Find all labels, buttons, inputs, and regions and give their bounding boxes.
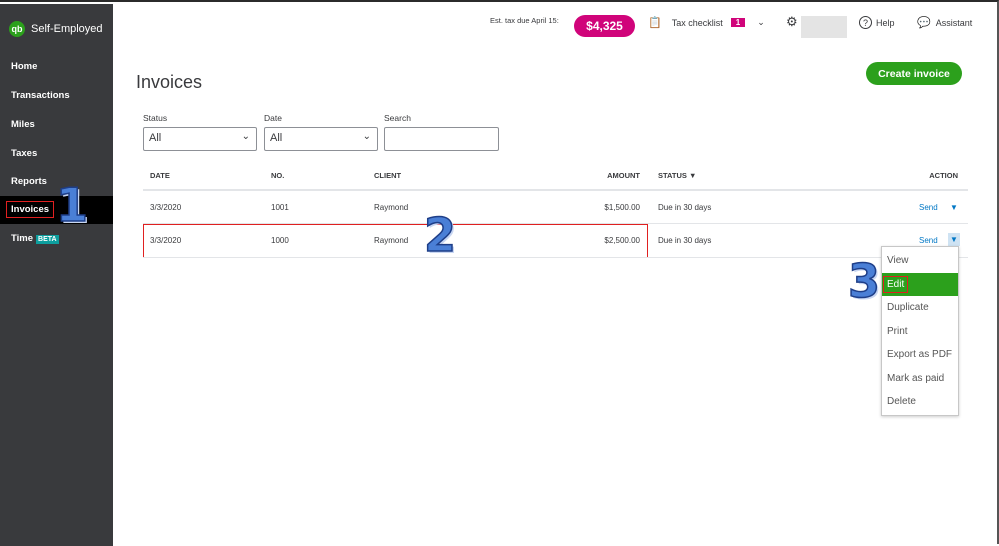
cell-date: 3/3/2020 (150, 203, 182, 212)
menu-item-view[interactable]: View (882, 249, 958, 273)
tax-checklist-label: Tax checklist (671, 17, 723, 28)
chevron-down-icon: ⌄ (362, 131, 371, 142)
menu-item-label: Mark as paid (887, 372, 945, 384)
menu-item-print[interactable]: Print (882, 320, 958, 344)
send-button[interactable]: Send (919, 203, 938, 212)
cell-status: Due in 30 days (658, 236, 712, 245)
menu-item-duplicate[interactable]: Duplicate (882, 296, 958, 320)
sidebar-item-label: Transactions (11, 90, 70, 101)
date-filter-select[interactable]: All ⌄ (264, 127, 378, 151)
col-status[interactable]: STATUS ▼ (658, 171, 696, 180)
sidebar-item-label: Invoices (6, 201, 55, 218)
search-label: Search (384, 113, 411, 123)
assistant-button[interactable]: 💬 Assistant (917, 16, 972, 29)
menu-item-label: View (887, 255, 909, 266)
clipboard-icon: 📋 (648, 17, 662, 29)
gear-icon[interactable]: ⚙ (786, 14, 798, 30)
menu-item-delete[interactable]: Delete (882, 390, 958, 414)
cell-amount: $1,500.00 (604, 203, 640, 212)
cell-client: Raymond (374, 203, 409, 212)
status-filter-select[interactable]: All ⌄ (143, 127, 257, 151)
assistant-label: Assistant (935, 17, 973, 28)
menu-item-label: Export as PDF (887, 349, 953, 360)
menu-item-label: Duplicate (887, 302, 929, 313)
status-filter-value: All (149, 132, 162, 144)
help-label: Help (876, 17, 895, 28)
cell-status: Due in 30 days (658, 203, 712, 212)
create-invoice-button[interactable]: Create invoice (866, 62, 962, 85)
col-client[interactable]: CLIENT (374, 171, 401, 180)
menu-item-label: Edit (883, 275, 909, 293)
sidebar-item-label: Time (11, 233, 34, 244)
page-title: Invoices (136, 72, 203, 92)
checklist-count-badge: 1 (730, 18, 746, 27)
chevron-down-icon: ⌄ (241, 131, 250, 142)
user-profile-redacted[interactable] (801, 16, 847, 38)
row-divider (143, 257, 968, 258)
status-filter-label: Status (143, 113, 168, 123)
menu-item-label: Delete (887, 396, 916, 407)
menu-item-export-pdf[interactable]: Export as PDF (882, 343, 958, 367)
app-logo[interactable]: qb Self-Employed (9, 21, 103, 37)
help-icon: ? (859, 16, 872, 29)
sidebar-item-transactions[interactable]: Transactions (0, 82, 113, 110)
sidebar-item-home[interactable]: Home (0, 53, 113, 81)
est-tax-button[interactable]: $4,325 (574, 15, 635, 37)
col-amount[interactable]: AMOUNT (607, 171, 640, 180)
search-input[interactable] (384, 127, 499, 151)
sidebar: qb Self-Employed Home Transactions Miles … (0, 4, 113, 546)
row-highlight-box (143, 224, 648, 258)
menu-item-label: Print (887, 325, 908, 337)
sidebar-item-label: Home (11, 61, 38, 72)
app-name: Self-Employed (31, 23, 103, 35)
date-filter-value: All (270, 132, 283, 144)
qb-logo-icon: qb (9, 21, 25, 37)
col-date[interactable]: DATE (150, 171, 170, 180)
menu-item-mark-paid[interactable]: Mark as paid (882, 367, 958, 391)
annotation-3: 3 (847, 253, 881, 309)
sidebar-item-label: Reports (11, 176, 47, 187)
cell-no: 1001 (271, 203, 289, 212)
help-button[interactable]: ? Help (859, 16, 895, 29)
sidebar-item-miles[interactable]: Miles (0, 111, 113, 139)
sidebar-item-label: Miles (11, 119, 35, 130)
tax-checklist-button[interactable]: 📋 Tax checklist 1 ⌄ (648, 16, 765, 29)
beta-badge: BETA (36, 235, 59, 244)
sidebar-item-label: Taxes (11, 148, 38, 159)
header-divider (143, 189, 968, 191)
date-filter-label: Date (264, 113, 282, 123)
send-button[interactable]: Send (919, 236, 938, 245)
annotation-2: 2 (423, 207, 457, 263)
menu-item-edit[interactable]: Edit (882, 272, 958, 296)
sidebar-item-taxes[interactable]: Taxes (0, 140, 113, 168)
est-tax-label: Est. tax due April 15: (490, 16, 559, 25)
annotation-1: 1 (55, 177, 89, 233)
chevron-down-icon[interactable]: ⌄ (757, 17, 765, 28)
caret-down-icon[interactable]: ▼ (950, 203, 958, 212)
col-action: ACTION (929, 171, 958, 180)
action-menu: View Edit Duplicate Print Export as PDF … (881, 246, 959, 416)
caret-down-icon[interactable]: ▼ (948, 233, 960, 246)
chat-icon: 💬 (917, 17, 931, 29)
col-no[interactable]: NO. (271, 171, 284, 180)
